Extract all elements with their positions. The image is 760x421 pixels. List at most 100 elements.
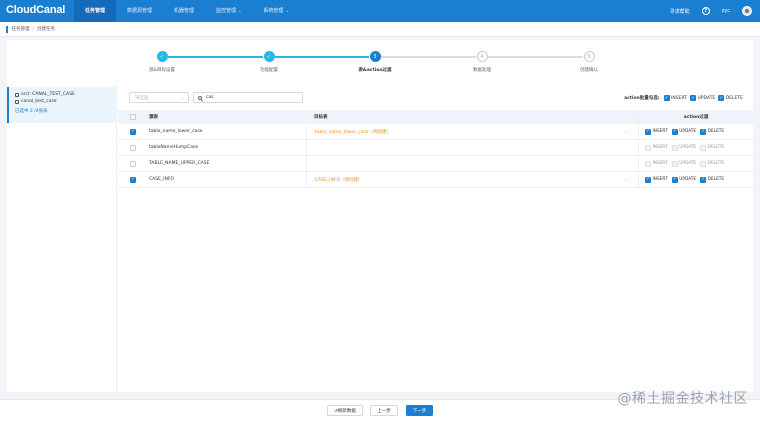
prev-step-button[interactable]: 上一步 <box>370 405 398 416</box>
row-checkbox[interactable]: ✓ <box>130 176 136 183</box>
row-checkbox[interactable] <box>130 160 136 167</box>
refresh-button[interactable]: ↺刷新数据 <box>327 405 363 416</box>
step-number: 4 <box>476 51 488 62</box>
bulk-delete-option[interactable]: ✓ DELETE <box>718 95 743 101</box>
checkbox[interactable]: ✓ <box>700 128 707 135</box>
filter-select[interactable]: 筛选器 ⌄ <box>129 92 189 103</box>
action-filter-cell: ✓ INSERT ✓ UPDATE ✓ DELETE <box>638 124 753 139</box>
breadcrumb-parent[interactable]: 任务管理 <box>12 26 30 32</box>
target-table-select[interactable]: CASE_INFO（待创建） ⌄ <box>306 172 638 187</box>
table-header: 源表 目标表 action过滤 <box>118 110 753 124</box>
step-4: 4 数据处理 <box>452 51 512 73</box>
target-table-select[interactable]: table_name_lower_case（待创建） ⌄ <box>306 124 638 139</box>
bulk-insert-option[interactable]: ✓ INSERT <box>663 95 688 101</box>
selected-count: 已选中 2 /4张表 <box>15 108 48 114</box>
app-logo[interactable]: CloudCanal <box>6 4 65 16</box>
step-number: 5 <box>583 51 595 62</box>
step-label: 表&action过滤 <box>358 68 392 73</box>
action-label: UPDATE <box>679 177 697 182</box>
schema-name: canal_test_case <box>21 99 57 104</box>
nav-item-label: 系统管理 <box>263 8 284 14</box>
nav-item-label: 机器管理 <box>174 8 195 14</box>
checkbox[interactable]: ✓ <box>718 95 725 101</box>
filter-toolbar: 筛选器 ⌄ cas action批量勾选: ✓ INSERT ✓ UPDATE ✓ DEL… <box>118 91 753 105</box>
bulk-option-label: UPDATE <box>697 95 716 101</box>
next-step-button[interactable]: 下一步 <box>406 405 433 416</box>
action-update-option[interactable]: ✓ UPDATE <box>671 176 697 183</box>
step-1: ✓ 源&目标设置 <box>132 51 192 73</box>
nav-item-0[interactable]: 任务管理 <box>74 0 117 22</box>
checkbox[interactable]: ✓ <box>690 95 697 101</box>
action-delete-option[interactable]: ✓ DELETE <box>700 128 724 135</box>
action-label: DELETE <box>707 177 725 182</box>
watermark: @稀土掘金技术社区 <box>617 391 748 407</box>
bulk-title: action批量勾选: <box>624 96 660 101</box>
action-filter-cell: INSERT UPDATE DELETE <box>638 156 753 171</box>
step-3: 3 表&action过滤 <box>345 51 405 73</box>
database-icon <box>15 92 19 97</box>
action-update-option: UPDATE <box>671 160 696 167</box>
action-insert-option[interactable]: ✓ INSERT <box>645 128 668 135</box>
check-icon: ✓ <box>263 51 275 62</box>
checkbox[interactable]: ✓ <box>663 95 670 101</box>
table-row: tableNameHumpCase INSERT UPDATE DELETE <box>118 140 753 156</box>
checkbox[interactable]: ✓ <box>671 128 678 135</box>
schema-icon <box>15 99 19 104</box>
search-input[interactable]: cas <box>193 92 303 103</box>
select-all-checkbox[interactable] <box>130 114 136 120</box>
db-tree-item[interactable]: orcl: CANAL_TEST_CASE canal_test_case 已选… <box>7 87 117 123</box>
action-delete-option: DELETE <box>700 144 725 151</box>
breadcrumb-accent <box>6 25 8 33</box>
nav-item-label: 数据源管理 <box>127 8 153 14</box>
table-row: TABLE_NAME_UPPER_CASE INSERT UPDATE DELETE <box>118 156 753 172</box>
checkbox[interactable]: ✓ <box>700 176 707 183</box>
table-body: ✓ table_name_lower_case table_name_lower_c… <box>118 124 753 188</box>
nav-item-1[interactable]: 数据源管理 <box>116 0 163 22</box>
action-update-option: UPDATE <box>671 144 697 151</box>
action-filter-cell: ✓ INSERT ✓ UPDATE ✓ DELETE <box>638 172 753 187</box>
header-source: 源表 <box>149 115 158 120</box>
checkbox[interactable]: ✓ <box>671 176 678 183</box>
action-label: DELETE <box>707 161 725 166</box>
source-table-name: table_name_lower_case <box>149 129 203 134</box>
action-label: UPDATE <box>679 145 697 150</box>
main-panel: ✓ 源&目标设置 ✓ 功能配置 3 表&action过滤 4 数据处理 5 创建确认 orcl: … <box>7 40 753 412</box>
bulk-option-label: INSERT <box>671 95 688 101</box>
action-filter-cell: INSERT UPDATE DELETE <box>638 140 753 155</box>
row-checkbox[interactable] <box>130 144 136 151</box>
chevron-down-icon: ⌄ <box>285 8 289 13</box>
target-table-name: table_name_lower_case（待创建） <box>315 129 392 135</box>
username[interactable]: zyc <box>722 8 730 14</box>
help-icon[interactable]: ? <box>701 7 710 15</box>
checkbox[interactable]: ✓ <box>645 176 651 183</box>
nav-item-3[interactable]: 监控管理 ⌄ <box>205 0 252 22</box>
action-insert-option: INSERT <box>645 144 668 151</box>
step-label: 数据处理 <box>473 68 491 73</box>
target-table-select[interactable] <box>306 156 638 171</box>
table-mapping: 源表 目标表 action过滤 ✓ table_name_lower_case ta… <box>118 110 753 188</box>
filter-select-placeholder: 筛选器 <box>135 95 149 101</box>
bulk-option-label: DELETE <box>725 95 743 101</box>
main-nav: 任务管理 数据源管理 机器管理 监控管理 ⌄ 系统管理 ⌄ <box>74 0 300 22</box>
chevron-down-icon: ⌄ <box>624 129 628 134</box>
table-row: ✓ CASE_INFO CASE_INFO（待创建） ⌄ ✓ INSERT ✓ UPDATE ✓… <box>118 172 753 188</box>
target-table-select[interactable] <box>306 140 638 155</box>
bulk-update-option[interactable]: ✓ UPDATE <box>690 95 715 101</box>
avatar[interactable] <box>742 6 752 16</box>
checkbox <box>700 160 707 167</box>
help-link[interactable]: 寻求帮助 <box>670 8 690 15</box>
step-label: 创建确认 <box>580 68 598 73</box>
row-checkbox[interactable]: ✓ <box>130 128 136 135</box>
action-delete-option[interactable]: ✓ DELETE <box>700 176 725 183</box>
source-table-name: TABLE_NAME_UPPER_CASE <box>149 161 210 166</box>
action-update-option[interactable]: ✓ UPDATE <box>671 128 696 135</box>
search-value: cas <box>206 95 214 100</box>
nav-item-4[interactable]: 系统管理 ⌄ <box>252 0 299 22</box>
action-label: DELETE <box>707 145 725 150</box>
step-2: ✓ 功能配置 <box>239 51 299 73</box>
db-line: orcl: CANAL_TEST_CASE <box>15 91 117 98</box>
step-label: 源&目标设置 <box>148 68 175 73</box>
nav-item-2[interactable]: 机器管理 <box>163 0 205 22</box>
action-insert-option[interactable]: ✓ INSERT <box>645 176 668 183</box>
checkbox[interactable]: ✓ <box>645 128 651 135</box>
